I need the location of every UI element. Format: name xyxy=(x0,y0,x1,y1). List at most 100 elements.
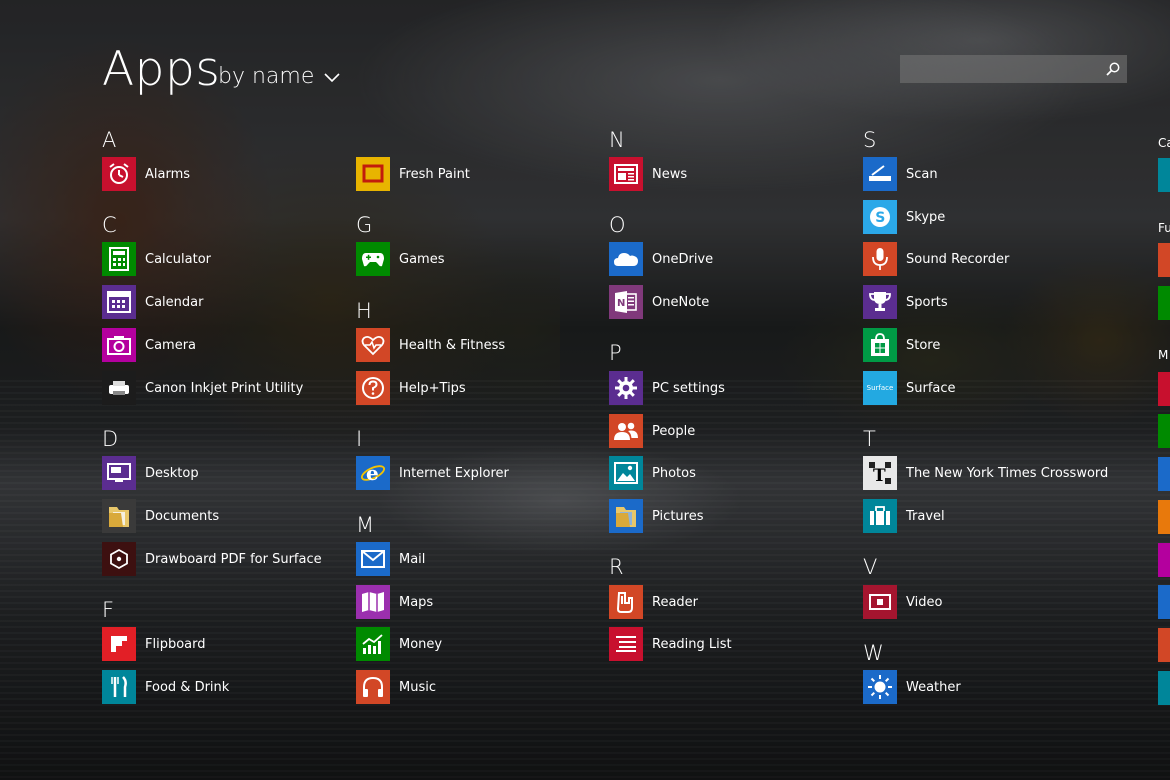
reader-hand-icon xyxy=(609,585,643,619)
app-pc-settings[interactable]: PC settings xyxy=(609,370,725,406)
app-alarms[interactable]: Alarms xyxy=(102,156,190,192)
bar-chart-trend-icon xyxy=(356,627,390,661)
app-food-and-drink[interactable]: Food & Drink xyxy=(102,669,229,705)
search-box[interactable] xyxy=(900,55,1127,83)
edge-app-tile[interactable] xyxy=(1158,414,1170,448)
edge-app-tile[interactable] xyxy=(1158,543,1170,577)
group-header-t[interactable]: T xyxy=(863,427,876,451)
group-header-v[interactable]: V xyxy=(863,555,877,579)
group-header-s[interactable]: S xyxy=(863,128,876,152)
group-header-c[interactable]: C xyxy=(102,213,117,237)
app-fresh-paint[interactable]: Fresh Paint xyxy=(356,156,470,192)
app-desktop[interactable]: Desktop xyxy=(102,455,199,491)
app-people[interactable]: People xyxy=(609,413,695,449)
app-label: Maps xyxy=(399,594,434,610)
app-camera[interactable]: Camera xyxy=(102,327,196,363)
app-sports[interactable]: Sports xyxy=(863,284,948,320)
group-header-f[interactable]: F xyxy=(102,598,114,622)
edge-app-tile[interactable] xyxy=(1158,585,1170,619)
people-icon xyxy=(609,414,643,448)
app-calculator[interactable]: Calculator xyxy=(102,241,211,277)
edge-app-tile[interactable] xyxy=(1158,372,1170,406)
app-store[interactable]: Store xyxy=(863,327,940,363)
app-label: People xyxy=(652,423,696,439)
alarm-clock-icon xyxy=(102,157,136,191)
svg-text:S: S xyxy=(875,210,885,226)
app-sound-recorder[interactable]: Sound Recorder xyxy=(863,241,1009,277)
app-maps[interactable]: Maps xyxy=(356,584,433,620)
app-pictures[interactable]: Pictures xyxy=(609,498,703,534)
edge-group-header-m[interactable]: M xyxy=(1158,348,1168,362)
edge-group-header-ca[interactable]: Ca xyxy=(1158,136,1170,150)
sort-by-dropdown[interactable]: by name xyxy=(218,64,340,89)
app-internet-explorer[interactable]: e Internet Explorer xyxy=(356,455,509,491)
app-travel[interactable]: Travel xyxy=(863,498,945,534)
app-mail[interactable]: Mail xyxy=(356,541,425,577)
app-label: News xyxy=(652,166,688,182)
app-drawboard-pdf-for-surface[interactable]: Drawboard PDF for Surface xyxy=(102,541,322,577)
edge-app-tile[interactable] xyxy=(1158,243,1170,277)
group-header-h[interactable]: H xyxy=(356,299,372,323)
app-surface[interactable]: Surface Surface xyxy=(863,370,956,406)
nyt-crossword-icon: T xyxy=(863,456,897,490)
calendar-icon xyxy=(102,285,136,319)
edge-app-tile[interactable] xyxy=(1158,628,1170,662)
group-header-a[interactable]: A xyxy=(102,128,116,152)
app-help-tips[interactable]: Help+Tips xyxy=(356,370,466,406)
app-flipboard[interactable]: Flipboard xyxy=(102,626,206,662)
app-label: Health & Fitness xyxy=(399,337,506,353)
fresh-paint-icon xyxy=(356,157,390,191)
gear-icon xyxy=(609,371,643,405)
app-reader[interactable]: Reader xyxy=(609,584,698,620)
app-health-and-fitness[interactable]: Health & Fitness xyxy=(356,327,505,363)
app-label: Pictures xyxy=(652,508,704,524)
group-header-r[interactable]: R xyxy=(609,555,624,579)
photo-landscape-icon xyxy=(609,456,643,490)
group-header-n[interactable]: N xyxy=(609,128,625,152)
printer-icon xyxy=(102,371,136,405)
search-icon[interactable] xyxy=(1105,61,1121,77)
app-reading-list[interactable]: Reading List xyxy=(609,626,732,662)
app-label: Internet Explorer xyxy=(399,465,509,481)
search-input[interactable] xyxy=(900,55,1095,83)
group-header-o[interactable]: O xyxy=(609,213,626,237)
app-nyt-crossword[interactable]: T The New York Times Crossword xyxy=(863,455,1108,491)
app-games[interactable]: Games xyxy=(356,241,444,277)
app-label: Reading List xyxy=(652,636,732,652)
svg-text:N: N xyxy=(617,298,625,309)
app-skype[interactable]: S Skype xyxy=(863,199,945,235)
edge-group-header-fu[interactable]: Fu xyxy=(1158,221,1170,235)
app-video[interactable]: Video xyxy=(863,584,942,620)
edge-app-tile[interactable] xyxy=(1158,500,1170,534)
app-onenote[interactable]: N OneNote xyxy=(609,284,709,320)
app-label: Money xyxy=(399,636,443,652)
app-weather[interactable]: Weather xyxy=(863,669,961,705)
app-label: Fresh Paint xyxy=(399,166,470,182)
app-onedrive[interactable]: OneDrive xyxy=(609,241,713,277)
group-header-p[interactable]: P xyxy=(609,341,622,365)
app-canon-inkjet-print-utility[interactable]: Canon Inkjet Print Utility xyxy=(102,370,303,406)
app-label: Camera xyxy=(145,337,197,353)
app-documents[interactable]: Documents xyxy=(102,498,219,534)
group-header-d[interactable]: D xyxy=(102,427,118,451)
app-label: Video xyxy=(906,594,943,610)
group-header-g[interactable]: G xyxy=(356,213,372,237)
app-photos[interactable]: Photos xyxy=(609,455,696,491)
group-header-i[interactable]: I xyxy=(356,427,362,451)
edge-app-tile[interactable] xyxy=(1158,286,1170,320)
app-music[interactable]: Music xyxy=(356,669,436,705)
app-calendar[interactable]: Calendar xyxy=(102,284,203,320)
calculator-icon xyxy=(102,242,136,276)
edge-app-tile[interactable] xyxy=(1158,158,1170,192)
cloud-icon xyxy=(609,242,643,276)
app-scan[interactable]: Scan xyxy=(863,156,938,192)
envelope-icon xyxy=(356,542,390,576)
app-money[interactable]: Money xyxy=(356,626,442,662)
edge-app-tile[interactable] xyxy=(1158,671,1170,705)
camera-icon xyxy=(102,328,136,362)
edge-app-tile[interactable] xyxy=(1158,457,1170,491)
group-header-m[interactable]: M xyxy=(356,513,374,537)
group-header-w[interactable]: W xyxy=(863,641,884,665)
suitcase-icon xyxy=(863,499,897,533)
app-news[interactable]: News xyxy=(609,156,687,192)
